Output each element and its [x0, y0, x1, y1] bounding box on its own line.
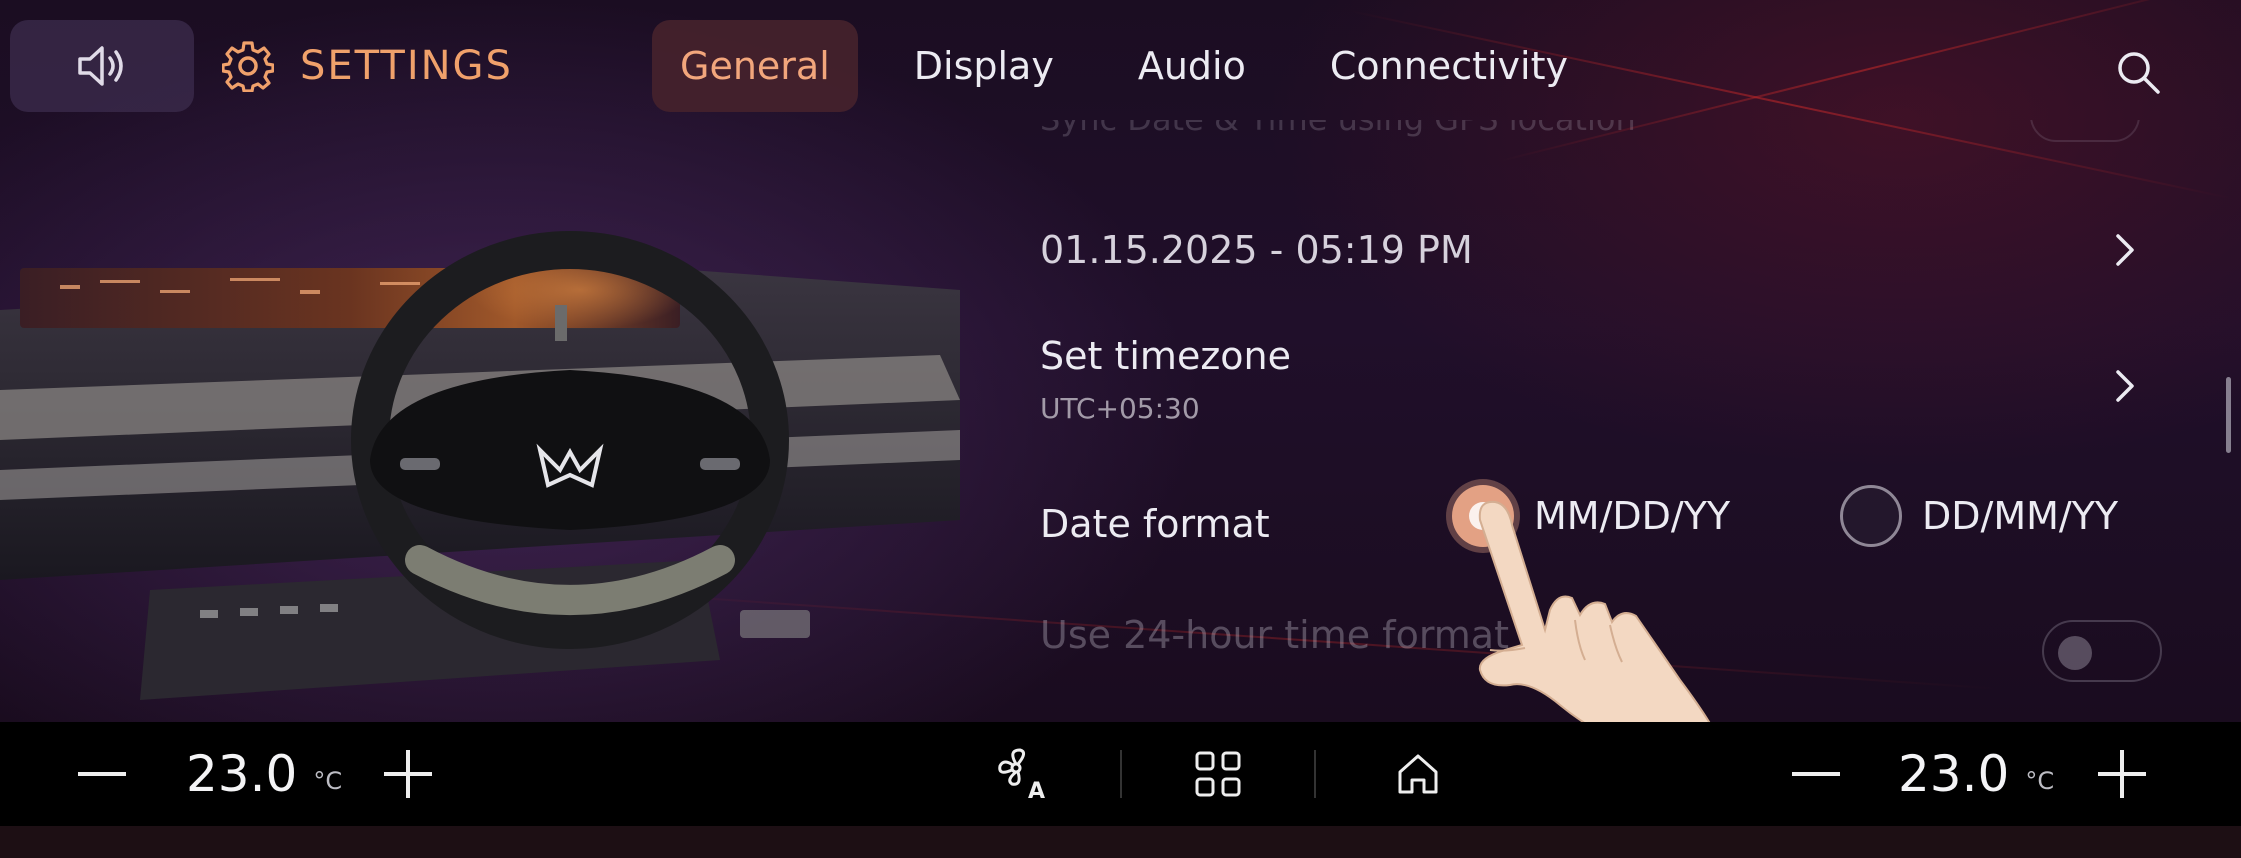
apps-grid-icon [1195, 751, 1241, 797]
right-temp-unit: °C [2025, 767, 2055, 795]
volume-icon [78, 46, 123, 86]
search-button[interactable] [2114, 48, 2162, 100]
car-interior-image [0, 231, 960, 700]
date-format-option-ddmmyy[interactable]: DD/MM/YY [1840, 485, 2118, 547]
right-temp-value: 23.0 [1898, 745, 2010, 803]
fan-auto-icon: A [998, 748, 1045, 802]
search-icon [2118, 52, 2160, 94]
settings-screen: SETTINGS General Display Audio Connectiv… [0, 0, 2241, 722]
home-icon [1398, 754, 1438, 794]
tab-display[interactable]: Display [886, 20, 1082, 112]
left-temp-unit: °C [313, 767, 343, 795]
right-temp-increase-button[interactable] [2098, 722, 2146, 826]
left-temp-decrease-button[interactable] [78, 722, 126, 826]
timezone-value: UTC+05:30 [1040, 392, 1200, 425]
page-title: SETTINGS [222, 40, 513, 92]
divider [1314, 750, 1316, 798]
top-bar: SETTINGS General Display Audio Connectiv… [0, 0, 2241, 120]
tab-connectivity[interactable]: Connectivity [1302, 20, 1596, 112]
toggle-knob [2058, 636, 2092, 670]
settings-title-label: SETTINGS [300, 43, 513, 89]
svg-text:A: A [1028, 779, 1045, 802]
minus-icon [1792, 772, 1840, 776]
plus-icon [2098, 750, 2146, 798]
date-format-option-label: DD/MM/YY [1922, 494, 2119, 538]
gps-sync-label: Sync Date & Time using GPS location [1040, 120, 1636, 138]
divider [1120, 750, 1122, 798]
left-temp-display: 23.0 °C [186, 722, 342, 826]
datetime-row[interactable]: 01.15.2025 - 05:19 PM [1040, 228, 2140, 272]
left-temp-increase-button[interactable] [384, 722, 432, 826]
volume-button[interactable] [10, 20, 194, 112]
left-temp-value: 23.0 [186, 745, 298, 803]
home-button[interactable] [1394, 722, 1442, 826]
datetime-value: 01.15.2025 - 05:19 PM [1040, 228, 1473, 272]
tab-general[interactable]: General [652, 20, 858, 112]
timezone-title: Set timezone [1040, 334, 1291, 378]
gps-sync-toggle[interactable] [2030, 120, 2140, 142]
chevron-right-icon [2116, 234, 2134, 266]
scrollbar[interactable] [2226, 377, 2231, 453]
chevron-right-icon [2116, 370, 2134, 402]
bottom-strip [0, 826, 2241, 858]
climate-bar: 23.0 °C A 23.0 °C [0, 722, 2241, 826]
apps-button[interactable] [1194, 722, 1242, 826]
time-format-toggle[interactable] [2042, 620, 2162, 682]
radio-button[interactable] [1840, 485, 1902, 547]
right-temp-display: 23.0 °C [1898, 722, 2054, 826]
right-temp-decrease-button[interactable] [1792, 722, 1840, 826]
fan-auto-button[interactable]: A [994, 722, 1050, 826]
tab-audio[interactable]: Audio [1110, 20, 1274, 112]
gear-icon [222, 41, 274, 92]
tap-gesture-hand-icon [1478, 500, 1711, 722]
tab-bar: General Display Audio Connectivity [652, 20, 1624, 112]
plus-icon [384, 750, 432, 798]
minus-icon [78, 772, 126, 776]
timezone-row[interactable]: Set timezone UTC+05:30 [1040, 334, 2140, 425]
